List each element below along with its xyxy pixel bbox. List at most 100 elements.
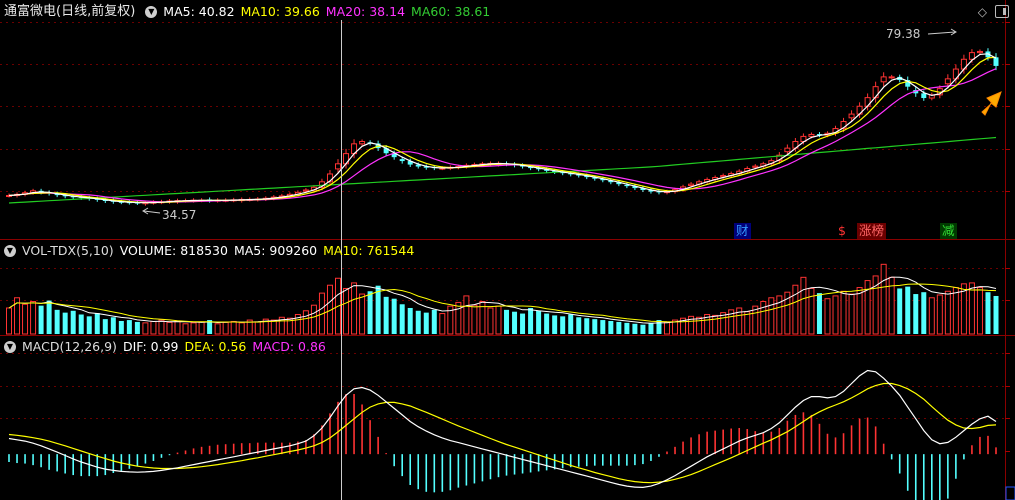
chevron-down-icon[interactable]: ▼ (4, 245, 16, 257)
volume-bar (848, 293, 855, 335)
event-tag-reduce[interactable]: 减 (940, 223, 957, 239)
volume-bar (46, 300, 52, 334)
volume-bar (808, 287, 815, 335)
event-tag-dollar[interactable]: $ (836, 223, 848, 239)
volume-panel-header: ▼ VOL-TDX(5,10) VOLUME: 818530 MA5: 9092… (4, 242, 420, 260)
volume-bar (921, 292, 927, 334)
volume-bar (905, 286, 911, 334)
volume-bar (832, 295, 839, 335)
volume-bar (656, 320, 662, 334)
ma5-value: 40.82 (198, 4, 235, 19)
dif-line (8, 369, 997, 489)
volume-bar (897, 288, 903, 334)
volume-bar (928, 297, 935, 335)
ma5-label: MA5 (163, 4, 191, 19)
macd-indicator-label: MACD(12,26,9) (22, 339, 117, 354)
volume-ma5-value: MA5: 909260 (233, 243, 318, 258)
candle-body (399, 159, 405, 162)
diamond-icon[interactable]: ◇ (978, 5, 987, 19)
volume-bar (62, 312, 68, 334)
volume-bar (118, 320, 124, 334)
volume-bar (78, 314, 84, 334)
ma60-line (8, 136, 997, 204)
volume-bar (616, 321, 622, 334)
volume-bar (824, 298, 831, 335)
volume-bar (238, 322, 245, 335)
volume-bar (166, 321, 173, 335)
window-toggle-icon[interactable] (995, 5, 1009, 18)
volume-bar (375, 285, 381, 334)
volume-bar (487, 307, 494, 335)
volume-bar (423, 312, 429, 334)
volume-bar (664, 321, 670, 335)
price-panel-header: 通富微电(日线,前复权) ▼ MA5: 40.82 MA10: 39.66 MA… (4, 3, 496, 21)
volume-bar (310, 304, 317, 335)
volume-bar (367, 291, 373, 334)
volume-bar (993, 295, 999, 334)
volume-bar (768, 297, 775, 335)
ma5-indicator: MA5: 40.82 (163, 4, 235, 19)
volume-bar (696, 316, 703, 335)
volume-bar (102, 319, 108, 334)
volume-bar (463, 295, 470, 335)
volume-bar (495, 305, 502, 335)
volume-bar (110, 317, 116, 334)
volume-bar (38, 305, 44, 334)
volume-bar (712, 314, 719, 335)
volume-bar (343, 287, 350, 335)
volume-bar (800, 276, 807, 335)
candle-body (359, 140, 366, 145)
candle-body (784, 147, 791, 153)
chevron-down-icon[interactable]: ▼ (4, 341, 16, 353)
volume-bar (968, 282, 975, 335)
orange-arrow-icon (981, 91, 1002, 116)
volume-ma10-line (8, 283, 997, 323)
volume-bar (439, 313, 446, 335)
volume-bar (816, 293, 822, 334)
volume-bar (391, 298, 397, 334)
ma10-line (8, 56, 997, 204)
volume-bar (792, 284, 799, 335)
volume-bar (568, 314, 574, 334)
volume-bar (359, 293, 366, 335)
volume-bar (126, 320, 132, 334)
macd-dif-value: DIF: 0.99 (122, 339, 179, 354)
candle-body (880, 76, 887, 83)
volume-bar (552, 315, 558, 334)
volume-bar (22, 303, 29, 335)
volume-bar (880, 263, 887, 335)
volume-bar (471, 304, 478, 335)
volume-bar (214, 323, 221, 335)
volume-bar (415, 310, 421, 334)
volume-bar (198, 321, 205, 335)
candle-body (335, 163, 341, 170)
macd-panel-header: ▼ MACD(12,26,9) DIF: 0.99 DEA: 0.56 MACD… (4, 338, 332, 356)
volume-bar (584, 318, 590, 334)
volume-bar (936, 294, 943, 335)
volume-bar (351, 282, 358, 335)
volume-bar (592, 319, 598, 334)
volume-bar (528, 307, 534, 334)
volume-bar (648, 322, 654, 334)
volume-bar (913, 294, 919, 334)
volume-bar (544, 313, 550, 334)
macd-macd-value: MACD: 0.86 (252, 339, 326, 354)
volume-bar (182, 323, 189, 335)
volume-bar (431, 309, 437, 334)
volume-bar (560, 316, 566, 334)
volume-bar (856, 287, 863, 335)
candle-body (921, 93, 927, 99)
volume-bar (985, 292, 991, 334)
candle-body (688, 183, 695, 187)
ma20-indicator: MA20: 38.14 (325, 4, 406, 19)
candle-body (848, 113, 855, 119)
volume-bar (134, 321, 140, 334)
candle-body (302, 189, 309, 192)
event-tag-limit-up[interactable]: 涨榜 (857, 223, 887, 239)
volume-bar (70, 310, 76, 334)
event-tag-finance[interactable]: 财 (734, 223, 751, 239)
chevron-down-icon[interactable]: ▼ (145, 6, 158, 18)
volume-bar (600, 320, 606, 334)
candle-body (993, 57, 999, 66)
volume-bar (952, 287, 959, 335)
